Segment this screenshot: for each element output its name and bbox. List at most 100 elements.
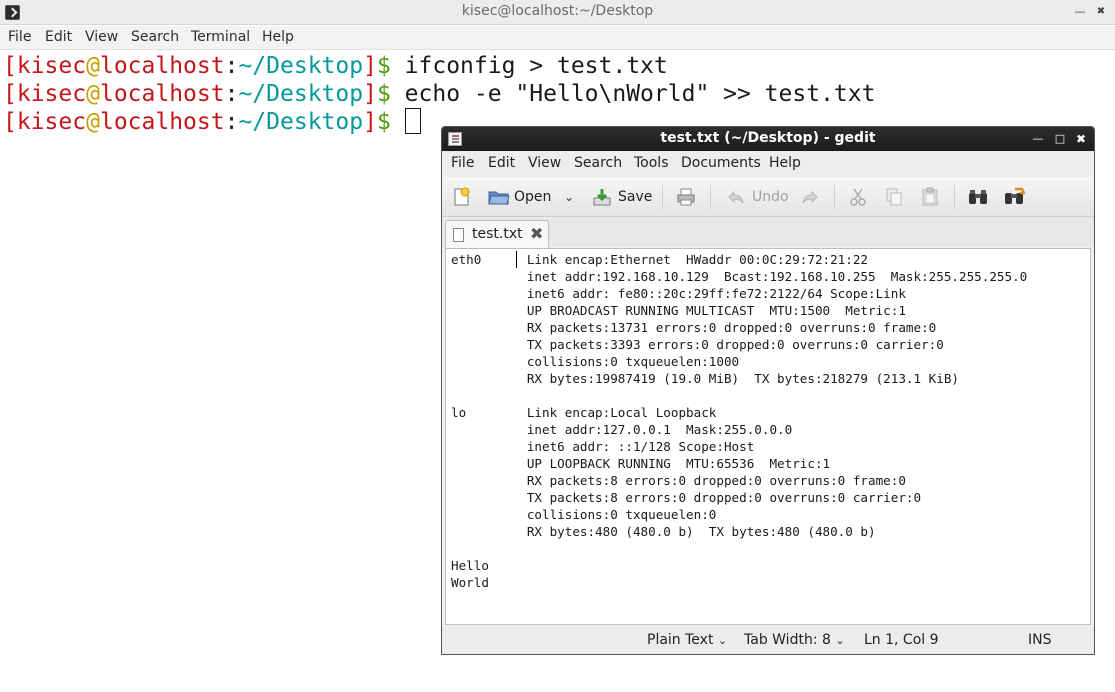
prompt-dollar: $: [376, 81, 391, 107]
editor-line: inet6 addr: fe80::20c:29ff:fe72:2122/64 …: [451, 286, 906, 301]
terminal-command: ifconfig > test.txt: [404, 53, 668, 79]
chevron-down-icon: ⌄: [564, 190, 575, 204]
editor-content: eth0 Link encap:Ethernet HWaddr 00:0C:29…: [451, 251, 1027, 591]
prompt-bracket: ]: [363, 109, 377, 135]
new-document-button[interactable]: [452, 185, 472, 209]
menu-view[interactable]: View: [528, 155, 561, 171]
redo-button[interactable]: [800, 185, 820, 209]
editor-line: RX packets:8 errors:0 dropped:0 overruns…: [451, 473, 906, 488]
open-label: Open: [514, 189, 552, 205]
menu-search[interactable]: Search: [574, 155, 622, 171]
prompt-bracket: [: [3, 109, 17, 135]
paste-icon: [920, 187, 940, 207]
editor-line: TX packets:8 errors:0 dropped:0 overruns…: [451, 490, 922, 505]
chevron-down-icon: ⌄: [835, 634, 845, 647]
menu-documents[interactable]: Documents: [681, 155, 761, 171]
tab-test-txt[interactable]: test.txt ✖: [445, 220, 549, 248]
document-icon: [453, 228, 464, 242]
maximize-icon[interactable]: □: [1052, 131, 1068, 147]
open-recent-dropdown[interactable]: ⌄: [564, 185, 574, 209]
editor-line: RX bytes:480 (480.0 b) TX bytes:480 (480…: [451, 524, 876, 539]
editor-line: inet addr:127.0.0.1 Mask:255.0.0.0: [451, 422, 793, 437]
open-folder-icon: [488, 187, 510, 207]
replace-button[interactable]: [1003, 185, 1027, 209]
gedit-toolbar: Open ⌄ Save Undo: [442, 177, 1094, 217]
redo-icon: [800, 187, 820, 207]
editor-line: Hello: [451, 558, 489, 573]
close-icon[interactable]: ✖: [1093, 4, 1109, 20]
gedit-window[interactable]: test.txt (~/Desktop) - gedit — □ ✖ File …: [441, 126, 1095, 655]
prompt-dollar: $: [376, 109, 391, 135]
minimize-icon[interactable]: —: [1030, 131, 1046, 147]
terminal-command: echo -e "Hello\nWorld" >> test.txt: [404, 81, 876, 107]
editor-line: inet6 addr: ::1/128 Scope:Host: [451, 439, 755, 454]
paste-button[interactable]: [920, 185, 940, 209]
copy-icon: [884, 187, 904, 207]
editor-line: eth0 Link encap:Ethernet HWaddr 00:0C:29…: [451, 252, 869, 267]
menu-edit[interactable]: Edit: [488, 155, 515, 171]
tab-label: test.txt: [472, 226, 523, 242]
editor-line: World: [451, 575, 489, 590]
terminal-menubar: File Edit View Search Terminal Help: [0, 26, 1115, 50]
editor-line: UP BROADCAST RUNNING MULTICAST MTU:1500 …: [451, 303, 906, 318]
save-label: Save: [618, 189, 653, 205]
terminal-titlebar[interactable]: kisec@localhost:~/Desktop — ✖: [0, 0, 1115, 25]
menu-terminal[interactable]: Terminal: [191, 29, 250, 45]
menu-search[interactable]: Search: [131, 29, 179, 45]
language-selector[interactable]: Plain Text ⌄: [647, 632, 727, 648]
gedit-menubar: File Edit View Search Tools Documents He…: [442, 151, 1094, 177]
prompt-host: localhost: [99, 81, 225, 107]
menu-view[interactable]: View: [85, 29, 118, 45]
text-editor-area[interactable]: eth0 Link encap:Ethernet HWaddr 00:0C:29…: [445, 248, 1091, 625]
prompt-user: kisec: [16, 109, 87, 135]
prompt-bracket: ]: [363, 53, 377, 79]
close-icon[interactable]: ✖: [1073, 131, 1089, 147]
menu-edit[interactable]: Edit: [45, 29, 72, 45]
gedit-titlebar[interactable]: test.txt (~/Desktop) - gedit — □ ✖: [442, 127, 1094, 151]
find-icon: [967, 187, 987, 207]
editor-line: lo Link encap:Local Loopback: [451, 405, 717, 420]
undo-icon: [726, 187, 746, 207]
editor-line: UP LOOPBACK RUNNING MTU:65536 Metric:1: [451, 456, 831, 471]
prompt-at: @: [86, 81, 100, 107]
save-button[interactable]: Save: [592, 185, 652, 209]
prompt-user: kisec: [16, 53, 87, 79]
open-button[interactable]: Open: [488, 185, 551, 209]
find-button[interactable]: [967, 185, 987, 209]
gedit-window-title: test.txt (~/Desktop) - gedit: [660, 130, 876, 146]
language-label: Plain Text: [647, 632, 714, 648]
tab-close-icon[interactable]: ✖: [530, 224, 543, 243]
copy-button[interactable]: [884, 185, 904, 209]
prompt-bracket: ]: [363, 81, 377, 107]
prompt-path: ~/Desktop: [238, 81, 364, 107]
menu-help[interactable]: Help: [769, 155, 801, 171]
chevron-down-icon: ⌄: [717, 634, 728, 647]
toolbar-separator: [710, 185, 711, 209]
prompt-host: localhost: [99, 109, 225, 135]
print-button[interactable]: [676, 185, 696, 209]
print-icon: [676, 187, 696, 207]
menu-file[interactable]: File: [8, 29, 31, 45]
menu-file[interactable]: File: [451, 155, 474, 171]
tab-width-selector[interactable]: Tab Width: 8 ⌄: [744, 632, 845, 648]
minimize-icon[interactable]: —: [1072, 4, 1088, 20]
tab-width-value: 8: [822, 632, 831, 648]
terminal-window-title: kisec@localhost:~/Desktop: [461, 3, 654, 19]
terminal-line: [kisec@localhost:~/Desktop]$ echo -e "He…: [3, 80, 875, 108]
menu-tools[interactable]: Tools: [634, 155, 669, 171]
prompt-dollar: $: [376, 53, 391, 79]
cut-button[interactable]: [848, 185, 868, 209]
new-document-icon: [452, 187, 472, 207]
prompt-path: ~/Desktop: [238, 109, 364, 135]
undo-button[interactable]: Undo: [726, 185, 789, 209]
cursor-position: Ln 1, Col 9: [864, 632, 939, 648]
insert-mode: INS: [1028, 632, 1052, 648]
toolbar-separator: [834, 185, 835, 209]
toolbar-separator: [662, 185, 663, 209]
editor-line: collisions:0 txqueuelen:1000: [451, 354, 740, 369]
cut-icon: [848, 187, 868, 207]
tab-width-label: Tab Width:: [744, 632, 818, 648]
menu-help[interactable]: Help: [262, 29, 294, 45]
editor-line: collisions:0 txqueuelen:0: [451, 507, 717, 522]
